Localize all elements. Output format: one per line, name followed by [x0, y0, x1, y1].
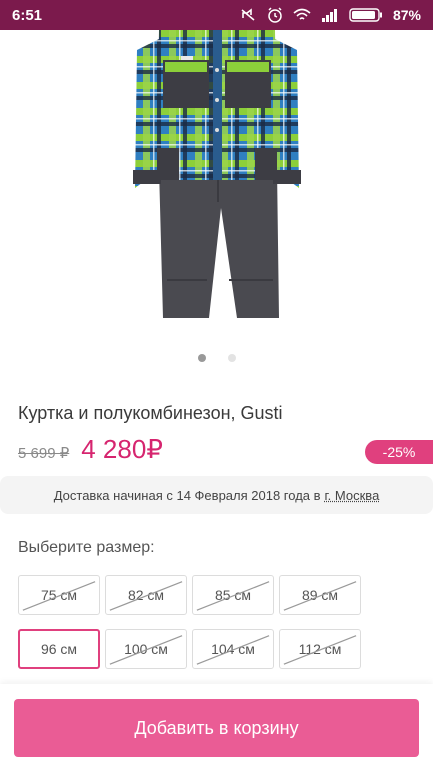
- current-price: 4 280₽: [81, 434, 163, 464]
- size-option[interactable]: 89 см: [279, 575, 361, 615]
- status-icons: 87%: [239, 7, 421, 23]
- delivery-info: Доставка начиная с 14 Февраля 2018 года …: [0, 476, 433, 514]
- size-option-label: 96 см: [40, 641, 78, 657]
- product-image[interactable]: [0, 30, 433, 340]
- price-row: 5 699 ₽ 4 280₽: [18, 434, 163, 465]
- unavailable-strike: [22, 581, 96, 611]
- status-bar: 6:51 87%: [0, 0, 433, 30]
- size-option[interactable]: 112 см: [279, 629, 361, 669]
- snowsuit-image: [132, 30, 301, 318]
- battery-icon: [349, 8, 382, 22]
- delivery-city-link[interactable]: г. Москва: [325, 488, 380, 503]
- delivery-text: Доставка начиная с 14 Февраля 2018 года …: [53, 487, 321, 503]
- unavailable-strike: [109, 635, 183, 665]
- size-option[interactable]: 96 см: [18, 629, 100, 669]
- size-option[interactable]: 100 см: [105, 629, 187, 669]
- size-label: Выберите размер:: [18, 539, 155, 556]
- battery-percent: 87%: [392, 7, 421, 23]
- size-option[interactable]: 75 см: [18, 575, 100, 615]
- discount-badge: -25%: [365, 440, 433, 464]
- size-grid: 75 см 82 см 85 см 89 см 96 см 100 см 104…: [18, 575, 363, 669]
- unavailable-strike: [283, 581, 357, 611]
- carousel-dots: [0, 354, 433, 362]
- add-to-cart-button[interactable]: Добавить в корзину: [14, 699, 419, 757]
- product-title: Куртка и полукомбинезон, Gusti: [18, 403, 283, 423]
- unavailable-strike: [283, 635, 357, 665]
- carousel-dot-2[interactable]: [227, 354, 236, 362]
- old-price: 5 699 ₽: [18, 445, 70, 462]
- signal-icon: [321, 9, 337, 22]
- size-option[interactable]: 85 см: [192, 575, 274, 615]
- status-time: 6:51: [12, 6, 43, 24]
- unavailable-strike: [109, 581, 183, 611]
- alarm-icon: [268, 7, 282, 23]
- carousel-dot-1[interactable]: [197, 354, 206, 362]
- unavailable-strike: [196, 581, 270, 611]
- size-option[interactable]: 82 см: [105, 575, 187, 615]
- mute-icon: [241, 8, 255, 21]
- size-option[interactable]: 104 см: [192, 629, 274, 669]
- wifi-icon: [293, 8, 311, 20]
- unavailable-strike: [196, 635, 270, 665]
